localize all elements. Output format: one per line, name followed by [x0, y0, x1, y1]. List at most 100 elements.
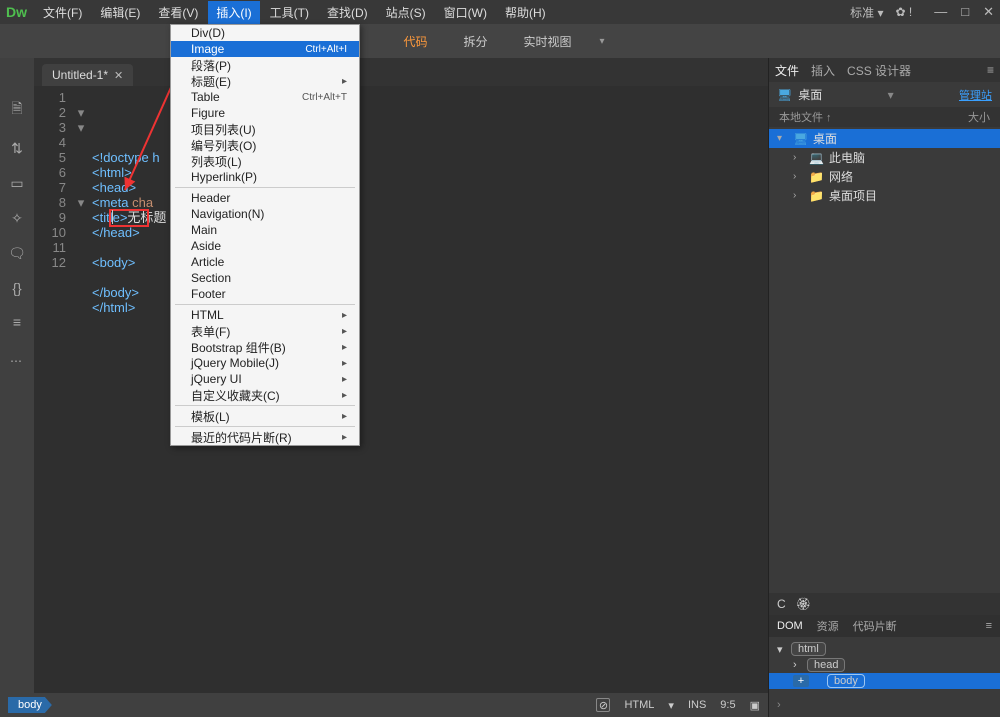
menu-separator — [175, 405, 355, 406]
menu-separator — [175, 187, 355, 188]
view-tabs: 代码拆分实时视图 — [395, 29, 579, 54]
manage-sites-link[interactable]: 管理站 — [959, 87, 992, 103]
dom-tab-2[interactable]: 代码片断 — [853, 618, 897, 634]
overlay-icon[interactable]: ▣ — [750, 699, 760, 712]
menu-item-article[interactable]: Article — [171, 254, 359, 270]
file-mgmt-icon[interactable]: 🗎 — [11, 98, 22, 122]
tag-crumb[interactable]: body — [8, 697, 52, 713]
workspace-mode[interactable]: 标准 ▾ — [850, 4, 883, 21]
menu-查看v[interactable]: 查看(V) — [150, 1, 206, 24]
menu-文件f[interactable]: 文件(F) — [35, 1, 90, 24]
dom-menu-icon[interactable]: ≡ — [986, 620, 992, 632]
sync-settings-icon[interactable]: ✿ ! — [896, 5, 913, 19]
view-caret-icon[interactable]: ▾ — [600, 36, 605, 47]
view-tab-1[interactable]: 拆分 — [455, 29, 495, 54]
more-tools-icon[interactable]: ⋯ — [10, 354, 24, 368]
view-tab-0[interactable]: 代码 — [395, 29, 435, 54]
maximize-button[interactable]: □ — [961, 4, 969, 20]
menu-item-section[interactable]: Section — [171, 270, 359, 286]
menu-item-table[interactable]: TableCtrl+Alt+T — [171, 89, 359, 105]
tree-item-网络[interactable]: ›📁网络 — [769, 167, 1000, 186]
menu-item-编号列表o[interactable]: 编号列表(O) — [171, 137, 359, 153]
menu-item-模板l[interactable]: 模板(L)▸ — [171, 408, 359, 424]
left-toolbar: 🗎 ⇅ ▭ ✧ 🗨 {} ≡ ⋯ — [0, 58, 34, 693]
selector-icon[interactable]: ▭ — [10, 175, 23, 192]
desktop-icon: 🖥 — [777, 88, 792, 102]
code-body[interactable]: <!doctype h<html><head><meta cha<title>无… — [88, 86, 166, 693]
menu-item-项目列表u[interactable]: 项目列表(U) — [171, 121, 359, 137]
menu-工具t[interactable]: 工具(T) — [262, 1, 317, 24]
menu-查找d[interactable]: 查找(D) — [319, 1, 376, 24]
menu-item-最近的代码片断r[interactable]: 最近的代码片断(R)▸ — [171, 429, 359, 445]
menu-item-表单f[interactable]: 表单(F)▸ — [171, 323, 359, 339]
panel-tab-1[interactable]: 插入 — [811, 62, 835, 79]
tree-item-桌面项目[interactable]: ›📁桌面项目 — [769, 186, 1000, 205]
menu-item-image[interactable]: ImageCtrl+Alt+I — [171, 41, 359, 57]
panel-tab-2[interactable]: CSS 设计器 — [847, 62, 911, 79]
tree-item-此电脑[interactable]: ›💻此电脑 — [769, 148, 1000, 167]
status-right: ⊘ HTML ▾ INS 9:5 ▣ — [596, 698, 760, 712]
dom-tree[interactable]: ▾html›head+body — [769, 637, 1000, 693]
language-caret-icon[interactable]: ▾ — [668, 699, 674, 712]
close-icon[interactable]: ✕ — [114, 69, 123, 82]
menu-item-divd[interactable]: Div(D) — [171, 25, 359, 41]
chevron-down-icon[interactable]: ▾ — [888, 88, 894, 102]
menu-item-jquery ui[interactable]: jQuery UI▸ — [171, 371, 359, 387]
files-footer-icons: C 🏵 — [769, 593, 1000, 615]
annotation-box — [109, 209, 149, 227]
menu-窗口w[interactable]: 窗口(W) — [436, 1, 495, 24]
dom-tab-1[interactable]: 资源 — [817, 618, 839, 634]
menu-帮助h[interactable]: 帮助(H) — [497, 1, 554, 24]
wand-icon[interactable]: ✧ — [11, 210, 23, 227]
menu-item-html[interactable]: HTML▸ — [171, 307, 359, 323]
line-gutter: 123456789101112 — [34, 86, 74, 693]
menu-插入i[interactable]: 插入(I) — [208, 1, 259, 24]
dom-node-html[interactable]: ▾html — [769, 641, 1000, 657]
list-icon[interactable]: ≡ — [13, 314, 21, 330]
panel-menu-icon[interactable]: ≡ — [987, 63, 994, 77]
toggle-icon[interactable]: ⇅ — [11, 140, 23, 157]
dom-tab-0[interactable]: DOM — [777, 620, 803, 632]
menu-item-hyperlinkp[interactable]: Hyperlink(P) — [171, 169, 359, 185]
menu-item-header[interactable]: Header — [171, 190, 359, 206]
menu-item-自定义收藏夹c[interactable]: 自定义收藏夹(C)▸ — [171, 387, 359, 403]
file-tree[interactable]: ▾🖥桌面›💻此电脑›📁网络›📁桌面项目 — [769, 127, 1000, 593]
refresh-icon[interactable]: C — [777, 597, 786, 611]
menu-item-aside[interactable]: Aside — [171, 238, 359, 254]
insert-mode[interactable]: INS — [688, 699, 706, 711]
menu-编辑e[interactable]: 编辑(E) — [92, 1, 148, 24]
panel-tab-0[interactable]: 文件 — [775, 62, 799, 79]
menu-item-jquery mobilej[interactable]: jQuery Mobile(J)▸ — [171, 355, 359, 371]
fold-gutter[interactable]: ▾▾ ▾ — [74, 86, 88, 693]
error-status-icon[interactable]: ⊘ — [596, 698, 610, 712]
dom-node-body[interactable]: +body — [769, 673, 1000, 689]
document-tab[interactable]: Untitled-1* ✕ — [42, 64, 133, 86]
dom-node-head[interactable]: ›head — [769, 657, 1000, 673]
minimize-button[interactable]: — — [934, 4, 947, 20]
text-cursor — [112, 210, 113, 224]
menu-item-段落p[interactable]: 段落(P) — [171, 57, 359, 73]
col-size[interactable]: 大小 — [968, 109, 990, 125]
editor-column: Untitled-1* ✕ 123456789101112 ▾▾ ▾ <!doc… — [34, 58, 768, 693]
menu-item-navigationn[interactable]: Navigation(N) — [171, 206, 359, 222]
menu-item-figure[interactable]: Figure — [171, 105, 359, 121]
col-local-files[interactable]: 本地文件 ↑ — [779, 109, 832, 125]
format-icon[interactable]: {} — [12, 280, 21, 296]
language-label[interactable]: HTML — [624, 699, 654, 711]
dom-panel: DOM 资源代码片断 ≡ ▾html›head+body — [769, 615, 1000, 693]
add-node-icon[interactable]: + — [793, 675, 809, 687]
menu-item-main[interactable]: Main — [171, 222, 359, 238]
menu-站点s[interactable]: 站点(S) — [378, 1, 434, 24]
menu-item-footer[interactable]: Footer — [171, 286, 359, 302]
comment-icon[interactable]: 🗨 — [8, 245, 26, 262]
menu-item-标题e[interactable]: 标题(E)▸ — [171, 73, 359, 89]
site-selector-row[interactable]: 🖥 桌面 ▾ 管理站 — [769, 82, 1000, 107]
menu-item-列表项l[interactable]: 列表项(L) — [171, 153, 359, 169]
view-tab-2[interactable]: 实时视图 — [515, 29, 579, 54]
close-button[interactable]: ✕ — [983, 4, 994, 20]
sync-icon[interactable]: 🏵 — [796, 597, 811, 611]
menu-item-bootstrap 组件b[interactable]: Bootstrap 组件(B)▸ — [171, 339, 359, 355]
titlebar: Dw 文件(F)编辑(E)查看(V)插入(I)工具(T)查找(D)站点(S)窗口… — [0, 0, 1000, 24]
code-editor[interactable]: 123456789101112 ▾▾ ▾ <!doctype h<html><h… — [34, 86, 768, 693]
tree-item-桌面[interactable]: ▾🖥桌面 — [769, 129, 1000, 148]
